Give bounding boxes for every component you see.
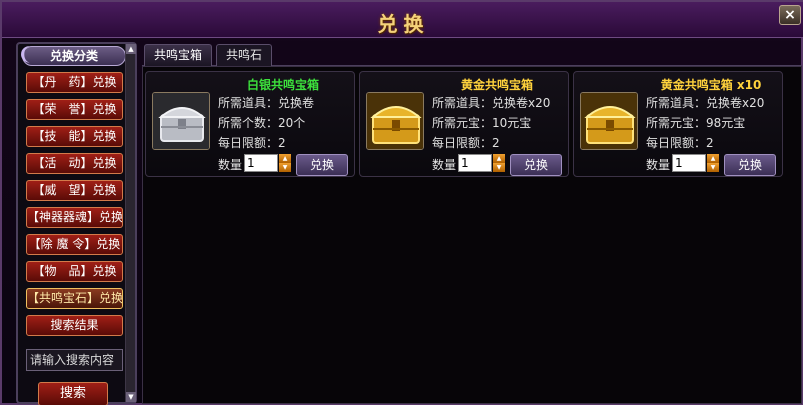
item-title: 黄金共鸣宝箱 x10 [660,78,762,92]
tab-gong-ming-shi[interactable]: 共鸣石 [216,44,273,66]
exchange-button[interactable]: 兑换 [724,154,776,176]
tab-bar: 共鸣宝箱 共鸣石 [142,44,802,66]
quantity-label: 数量 [646,158,671,172]
silver-chest-icon [152,92,210,150]
category-item-chu-mo-ling[interactable]: 【除 魔 令】兑换 [26,234,123,255]
item-daily-limit: 每日限额：2 [432,136,500,150]
arrow-up-icon[interactable]: ▲ [279,154,291,163]
sidebar-header-label: 兑换分类 [49,49,98,63]
category-item-gong-ming-bao-shi[interactable]: 【共鸣宝石】兑换 [26,288,123,309]
arrow-up-icon[interactable]: ▲ [493,154,505,163]
quantity-stepper[interactable]: ▲ ▼ [707,154,719,172]
item-required-item: 所需道具：兑换卷x20 [432,96,551,110]
quantity-input[interactable]: 1 [672,154,706,172]
arrow-down-icon[interactable]: ▼ [493,163,505,172]
item-required-count: 所需个数：20个 [218,116,306,130]
item-required-gold: 所需元宝：98元宝 [646,116,746,130]
item-required-gold: 所需元宝：10元宝 [432,116,532,130]
tab-gong-ming-bao-xiang[interactable]: 共鸣宝箱 [144,44,213,66]
item-list-panel: 白银共鸣宝箱 所需道具：兑换卷 所需个数：20个 每日限额：2 数量 1 ▲ ▼… [142,66,802,404]
quantity-input[interactable]: 1 [458,154,492,172]
quantity-stepper[interactable]: ▲ ▼ [493,154,505,172]
category-item-shen-qi-qi-hun[interactable]: 【神器器魂】兑换 [26,207,123,228]
item-daily-limit: 每日限额：2 [646,136,714,150]
category-sidebar: ❨ 兑换分类 【丹 药】兑换 【荣 誉】兑换 【技 能】兑换 【活 动】兑换 【… [16,42,137,405]
category-list: 【丹 药】兑换 【荣 誉】兑换 【技 能】兑换 【活 动】兑换 【威 望】兑换 … [26,72,123,342]
item-card: 黄金共鸣宝箱 所需道具：兑换卷x20 所需元宝：10元宝 每日限额：2 数量 1… [359,71,569,177]
category-item-huo-dong[interactable]: 【活 动】兑换 [26,153,123,174]
quantity-input[interactable]: 1 [244,154,278,172]
exchange-button[interactable]: 兑换 [510,154,562,176]
scroll-down-icon[interactable]: ▼ [126,392,136,402]
gold-chest-icon [366,92,424,150]
item-daily-limit: 每日限额：2 [218,136,286,150]
quantity-label: 数量 [218,158,243,172]
window-title: 兑换 [377,12,430,36]
arrow-down-icon[interactable]: ▼ [279,163,291,172]
hook-icon: ❨ [17,44,33,65]
sidebar-scrollbar[interactable]: ▲ ▼ [125,44,136,402]
title-bar: 兑换 × [2,2,803,38]
exchange-button[interactable]: 兑换 [296,154,348,176]
exchange-window: 兑换 × ❨ 兑换分类 【丹 药】兑换 【荣 誉】兑换 【技 能】兑换 【活 动… [0,0,803,405]
item-required-item: 所需道具：兑换卷 [218,96,315,110]
search-input[interactable]: 请输入搜索内容 [26,349,123,371]
category-item-search-results[interactable]: 搜索结果 [26,315,123,336]
category-item-dan-yao[interactable]: 【丹 药】兑换 [26,72,123,93]
close-button[interactable]: × [779,5,801,25]
category-item-wei-wang[interactable]: 【威 望】兑换 [26,180,123,201]
sidebar-header: ❨ 兑换分类 [17,45,126,66]
item-required-item: 所需道具：兑换卷x20 [646,96,765,110]
item-title: 白银共鸣宝箱 [246,78,319,92]
quantity-stepper[interactable]: ▲ ▼ [279,154,291,172]
gold-chest-icon [580,92,638,150]
search-button[interactable]: 搜索 [38,382,108,405]
category-item-wu-pin[interactable]: 【物 品】兑换 [26,261,123,282]
category-item-ji-neng[interactable]: 【技 能】兑换 [26,126,123,147]
arrow-down-icon[interactable]: ▼ [707,163,719,172]
item-title: 黄金共鸣宝箱 [460,78,533,92]
quantity-label: 数量 [432,158,457,172]
item-card: 白银共鸣宝箱 所需道具：兑换卷 所需个数：20个 每日限额：2 数量 1 ▲ ▼… [145,71,355,177]
arrow-up-icon[interactable]: ▲ [707,154,719,163]
item-card: 黄金共鸣宝箱 x10 所需道具：兑换卷x20 所需元宝：98元宝 每日限额：2 … [573,71,783,177]
scroll-up-icon[interactable]: ▲ [126,44,136,54]
category-item-rong-yu[interactable]: 【荣 誉】兑换 [26,99,123,120]
